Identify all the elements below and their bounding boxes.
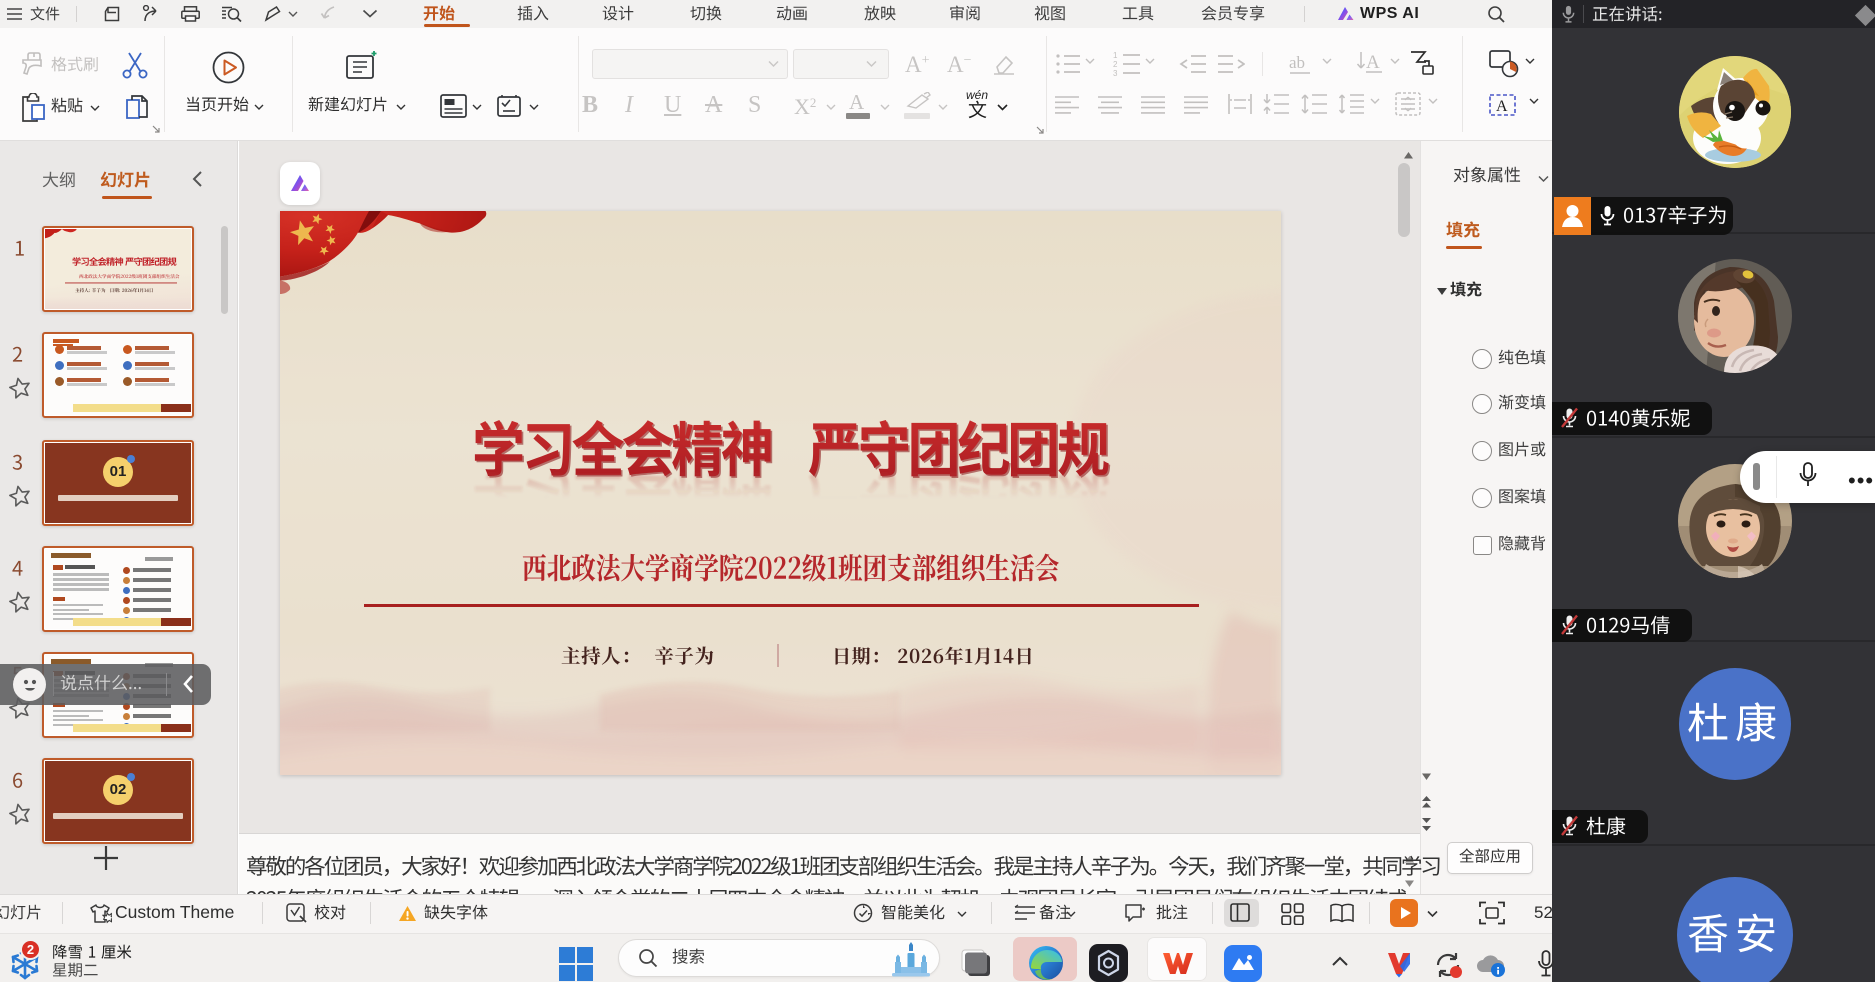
svg-text:2: 2 (1113, 60, 1118, 69)
svg-text:1: 1 (1113, 51, 1118, 60)
svg-text:ab: ab (1289, 53, 1305, 72)
svg-text:A: A (1366, 52, 1380, 73)
svg-text:A: A (1496, 98, 1508, 115)
svg-text:3: 3 (1113, 69, 1118, 77)
